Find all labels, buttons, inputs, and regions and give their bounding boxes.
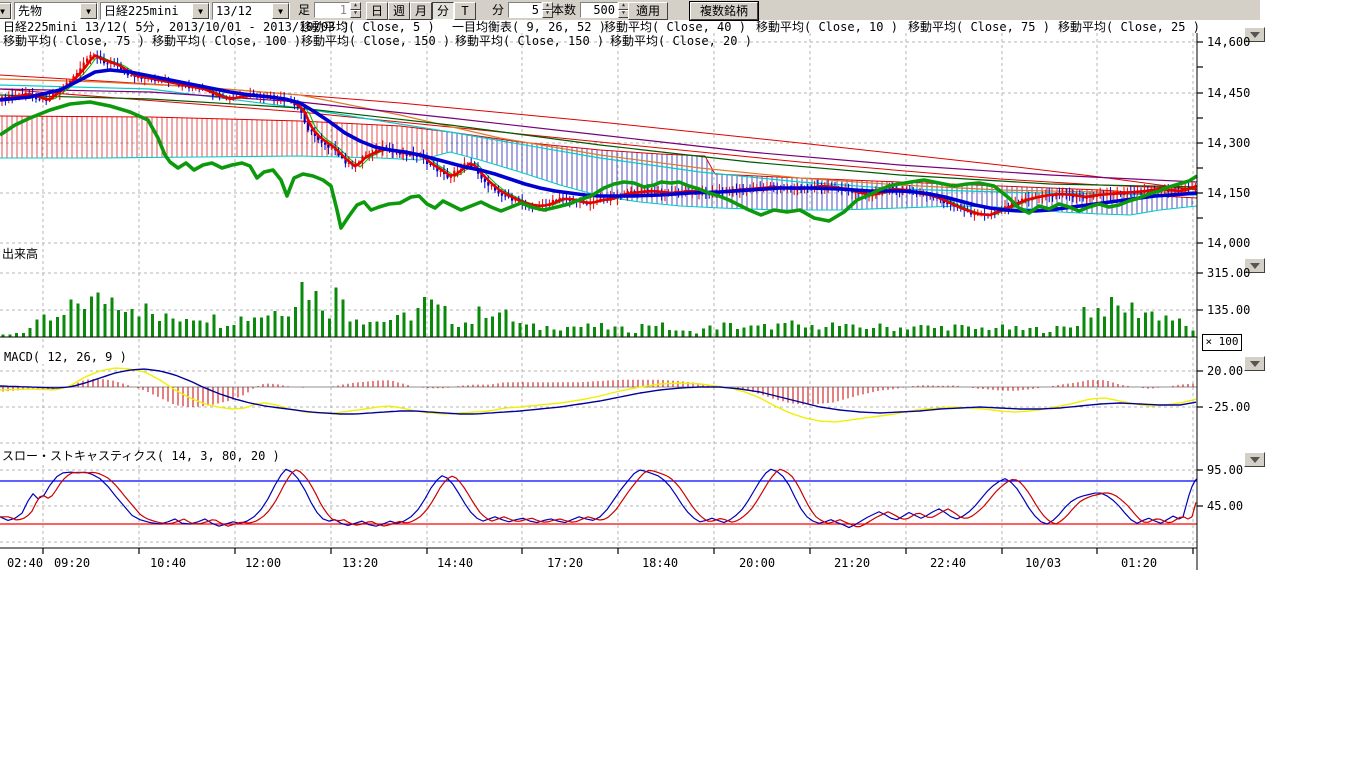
time-axis-tick: 18:40 (642, 557, 678, 569)
legend-item: 移動平均( Close, 150 ) (455, 35, 604, 48)
chevron-down-icon (1250, 32, 1260, 38)
chart-application-window: ▼ 先物 ▼ 日経225mini ▼ 13/12 ▼ 足 1 ▲▼ 日 週 月 … (0, 0, 1366, 768)
legend-item: 移動平均( Close, 100 ) (152, 35, 301, 48)
time-axis-tick: 10/03 (1025, 557, 1061, 569)
stochastics-panel-label: スロー・ストキャスティクス( 14, 3, 80, 20 ) (2, 450, 280, 463)
time-axis-tick: 02:40 (7, 557, 43, 569)
price-axis-tick: 14,000 (1207, 237, 1250, 249)
time-axis-tick: 12:00 (245, 557, 281, 569)
price-axis-tick: 14,150 (1207, 187, 1250, 199)
stoch-axis-tick: 45.00 (1207, 500, 1243, 512)
legend-item: 移動平均( Close, 75 ) (908, 21, 1050, 34)
time-axis-tick: 20:00 (739, 557, 775, 569)
time-axis-tick: 10:40 (150, 557, 186, 569)
macd-axis-tick: -25.00 (1207, 401, 1250, 413)
legend-item: 移動平均( Close, 20 ) (610, 35, 752, 48)
volume-axis-tick: 135.00 (1207, 304, 1250, 316)
time-axis-tick: 09:20 (54, 557, 90, 569)
chevron-down-icon (1250, 457, 1260, 463)
volume-panel[interactable] (0, 252, 1197, 338)
legend-item: 移動平均( Close, 40 ) (604, 21, 746, 34)
legend-item: 移動平均( Close, 5 ) (300, 21, 435, 34)
time-axis-tick: 17:20 (547, 557, 583, 569)
chevron-down-icon (1250, 361, 1260, 367)
macd-axis-tick: 20.00 (1207, 365, 1243, 377)
legend-item: 一目均衡表( 9, 26, 52 ) (452, 21, 606, 34)
time-axis-tick: 22:40 (930, 557, 966, 569)
volume-axis-tick: 315.00 (1207, 267, 1250, 279)
volume-panel-label: 出来高 (2, 248, 38, 261)
macd-panel-menu-button[interactable] (1244, 356, 1265, 371)
price-axis-tick: 14,600 (1207, 36, 1250, 48)
legend-item: 移動平均( Close, 25 ) (1058, 21, 1200, 34)
time-axis-tick: 01:20 (1121, 557, 1157, 569)
main-price-panel[interactable] (0, 33, 1197, 247)
stoch-panel-menu-button[interactable] (1244, 452, 1265, 467)
legend-item: 移動平均( Close, 150 ) (301, 35, 450, 48)
time-axis-tick: 13:20 (342, 557, 378, 569)
legend-item: 日経225mini 13/12( 5分, 2013/10/01 - 2013/1… (3, 21, 350, 34)
macd-panel[interactable] (0, 352, 1197, 445)
volume-multiplier-badge: × 100 (1202, 334, 1242, 351)
legend-item: 移動平均( Close, 75 ) (3, 35, 145, 48)
time-axis-tick: 21:20 (834, 557, 870, 569)
stoch-axis-tick: 95.00 (1207, 464, 1243, 476)
legend-item: 移動平均( Close, 10 ) (756, 21, 898, 34)
macd-panel-label: MACD( 12, 26, 9 ) (4, 351, 127, 364)
time-axis-tick: 14:40 (437, 557, 473, 569)
stochastics-panel[interactable] (0, 458, 1197, 548)
price-axis-tick: 14,300 (1207, 137, 1250, 149)
price-axis-tick: 14,450 (1207, 87, 1250, 99)
chevron-down-icon (1250, 263, 1260, 269)
